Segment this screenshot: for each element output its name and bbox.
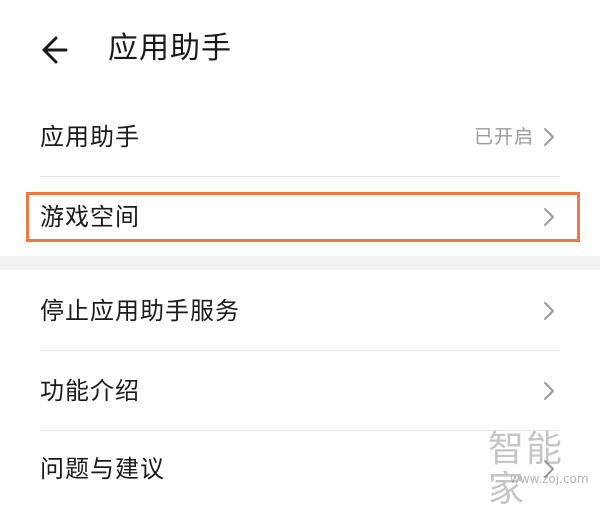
- watermark: 智能家 www.zoj.com: [488, 430, 596, 510]
- page-title: 应用助手: [108, 31, 232, 66]
- divider: [40, 350, 560, 351]
- divider: [40, 176, 560, 177]
- list-item-feature-intro[interactable]: 功能介绍: [0, 358, 600, 424]
- divider: [40, 430, 560, 431]
- group-separator: [0, 256, 600, 270]
- back-button[interactable]: [36, 30, 80, 70]
- status-value: 已开启: [473, 126, 534, 148]
- list-item-label: 应用助手: [40, 123, 140, 151]
- list-item-stop-service[interactable]: 停止应用助手服务: [0, 280, 600, 346]
- chevron-right-icon: [544, 208, 554, 226]
- list-item-app-assistant[interactable]: 应用助手 已开启: [0, 112, 600, 176]
- arrow-left-icon: [42, 36, 68, 64]
- watermark-logo: 智能家: [488, 429, 565, 510]
- chevron-right-icon: [544, 302, 554, 320]
- chevron-right-icon: [544, 382, 554, 400]
- list-item-label: 功能介绍: [40, 377, 140, 405]
- top-app-bar: 应用助手: [0, 0, 600, 96]
- chevron-right-icon: [544, 128, 554, 146]
- list-item-label: 问题与建议: [40, 455, 165, 483]
- list-item-game-space[interactable]: 游戏空间: [0, 192, 600, 242]
- list-item-label: 停止应用助手服务: [40, 297, 240, 325]
- list-item-label: 游戏空间: [40, 203, 140, 231]
- watermark-url: www.zoj.com: [510, 472, 589, 486]
